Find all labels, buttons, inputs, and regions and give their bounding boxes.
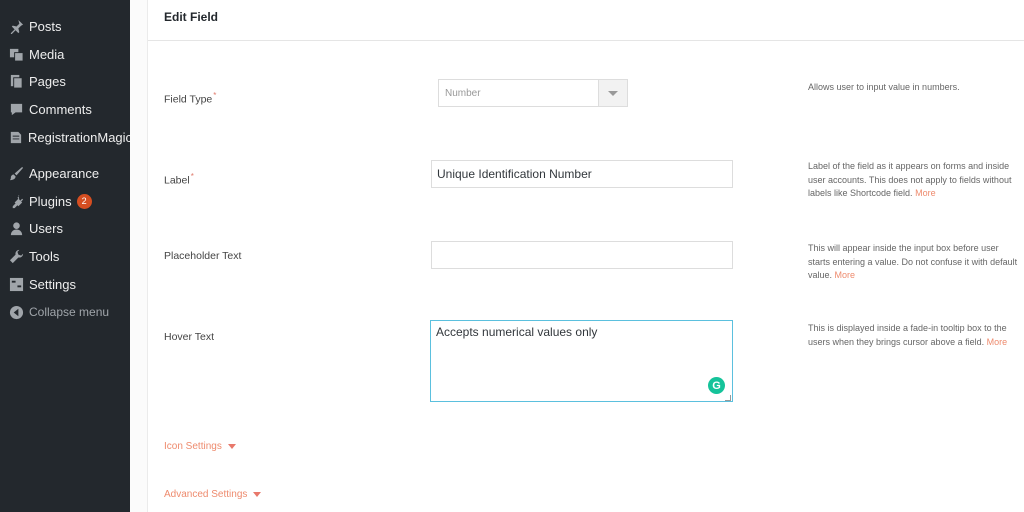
sidebar-item-appearance[interactable]: Appearance <box>0 160 130 186</box>
caret-down-icon <box>253 492 262 497</box>
field-type-help-text: Allows user to input value in numbers. <box>808 82 960 92</box>
sidebar-item-settings[interactable]: Settings <box>0 271 130 297</box>
sidebar-item-label: Pages <box>29 73 66 89</box>
advanced-settings-label: Advanced Settings <box>164 489 248 500</box>
field-type-label: Field Type* <box>164 91 216 106</box>
field-type-select[interactable]: Number <box>438 79 628 107</box>
sidebar-item-posts[interactable]: Posts <box>0 13 130 39</box>
sidebar-item-label: RegistrationMagic <box>28 129 133 145</box>
hover-text-field-help: This is displayed inside a fade-in toolt… <box>808 322 1022 349</box>
sidebar-item-registrationmagic[interactable]: RegistrationMagic <box>0 124 133 150</box>
sidebar-item-label: Tools <box>29 248 60 264</box>
hover-text-field-label-text: Hover Text <box>164 331 214 343</box>
brush-icon <box>8 165 24 181</box>
collapse-menu-button[interactable]: Collapse menu <box>0 299 130 325</box>
content-gutter <box>130 0 148 512</box>
required-marker: * <box>190 172 194 181</box>
icon-settings-label: Icon Settings <box>164 441 222 452</box>
required-marker: * <box>213 91 217 100</box>
sidebar-item-label: Plugins <box>29 193 72 209</box>
registrationmagic-icon <box>8 129 23 145</box>
placeholder-input[interactable] <box>431 241 733 269</box>
placeholder-field-help: This will appear inside the input box be… <box>808 242 1022 283</box>
plug-icon <box>8 193 24 209</box>
caret-down-icon <box>227 444 236 449</box>
icon-settings-toggle[interactable]: Icon Settings <box>164 441 236 452</box>
dropdown-arrow-icon[interactable] <box>598 80 627 106</box>
user-icon <box>8 220 24 236</box>
placeholder-more-link[interactable]: More <box>835 270 856 280</box>
pin-icon <box>8 18 24 34</box>
resize-handle-icon[interactable] <box>725 395 731 401</box>
settings-icon <box>8 276 24 292</box>
pages-icon <box>8 73 24 89</box>
label-field-help-text: Label of the field as it appears on form… <box>808 161 1012 198</box>
sidebar-item-label: Posts <box>29 18 62 34</box>
sidebar-item-comments[interactable]: Comments <box>0 96 130 122</box>
sidebar-item-users[interactable]: Users <box>0 215 130 241</box>
sidebar-item-plugins[interactable]: Plugins 2 <box>0 188 130 214</box>
sidebar-item-media[interactable]: Media <box>0 41 130 67</box>
label-field-label: Label* <box>164 172 194 187</box>
field-type-selected-value: Number <box>445 87 481 99</box>
sidebar-item-label: Settings <box>29 276 76 292</box>
sidebar-item-label: Comments <box>29 101 92 117</box>
collapse-arrow-icon <box>8 304 24 320</box>
placeholder-field-label: Placeholder Text <box>164 250 241 262</box>
label-field-help: Label of the field as it appears on form… <box>808 160 1022 201</box>
advanced-settings-toggle[interactable]: Advanced Settings <box>164 489 262 500</box>
hover-text-more-link[interactable]: More <box>987 337 1008 347</box>
field-type-label-text: Field Type <box>164 93 213 106</box>
sidebar-item-pages[interactable]: Pages <box>0 68 130 94</box>
label-more-link[interactable]: More <box>915 188 936 198</box>
collapse-menu-label: Collapse menu <box>29 305 110 319</box>
media-icon <box>8 46 24 62</box>
sidebar-item-tools[interactable]: Tools <box>0 243 130 269</box>
comment-icon <box>8 101 24 117</box>
sidebar-item-label: Appearance <box>29 165 100 181</box>
sidebar-item-label: Users <box>29 220 63 236</box>
hover-text-field-label: Hover Text <box>164 331 214 343</box>
update-count-badge: 2 <box>76 193 92 209</box>
hover-text-field-help-text: This is displayed inside a fade-in toolt… <box>808 323 1007 347</box>
field-type-help: Allows user to input value in numbers. <box>808 81 1022 95</box>
label-input[interactable] <box>431 160 733 188</box>
admin-sidebar: Posts Media Pages Comments RegistrationM… <box>0 0 133 512</box>
page-title: Edit Field <box>164 10 218 24</box>
panel-header: Edit Field <box>148 0 1024 41</box>
hover-text-textarea[interactable]: Accepts numerical values only <box>430 320 733 402</box>
label-field-label-text: Label <box>164 174 190 187</box>
grammarly-icon[interactable]: G <box>708 377 725 394</box>
sidebar-item-label: Media <box>29 46 65 62</box>
placeholder-field-label-text: Placeholder Text <box>164 250 242 262</box>
wrench-icon <box>8 248 24 264</box>
